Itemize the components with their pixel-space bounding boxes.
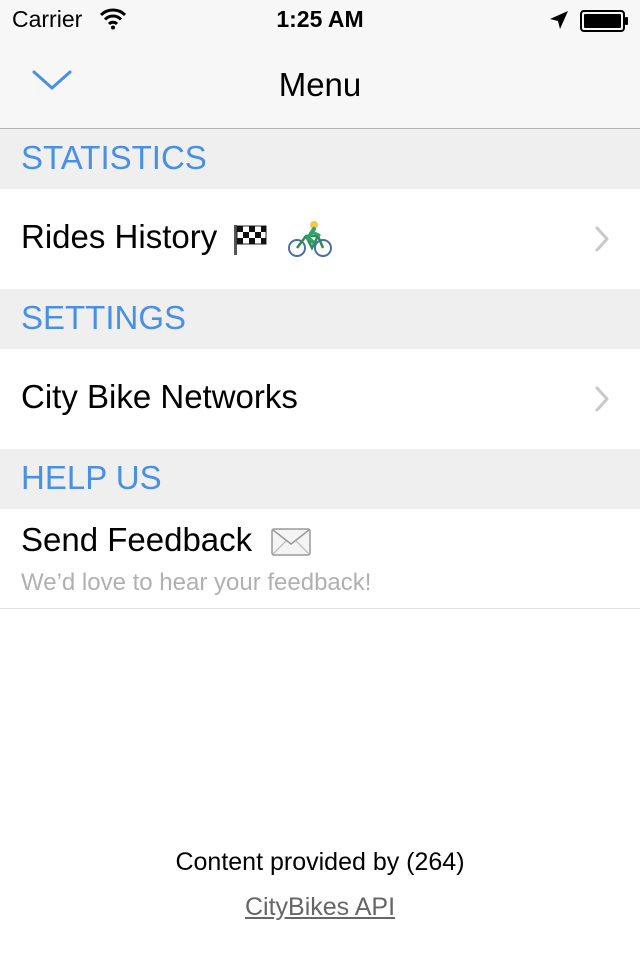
- status-bar: Carrier 1:25 AM: [0, 0, 640, 40]
- battery-icon: [580, 10, 628, 32]
- row-label: Send Feedback: [21, 521, 253, 558]
- citybikes-api-link[interactable]: CityBikes API: [245, 893, 395, 921]
- menu-row-rides-history[interactable]: Rides History: [0, 189, 640, 289]
- row-subtitle: We’d love to hear your feedback!: [21, 569, 372, 596]
- status-time: 1:25 AM: [276, 6, 364, 32]
- row-label: Rides History: [21, 218, 218, 255]
- location-arrow-icon: [550, 11, 568, 29]
- chevron-right-icon: [595, 226, 609, 252]
- section-header-label: HELP US: [21, 459, 162, 496]
- bicyclist-icon: [287, 221, 332, 258]
- section-header-help-us: HELP US: [0, 449, 640, 509]
- section-header-label: SETTINGS: [21, 299, 187, 336]
- section-header-statistics: STATISTICS: [0, 129, 640, 189]
- envelope-icon: [271, 528, 312, 557]
- nav-bar: Menu: [0, 40, 640, 129]
- chevron-right-icon: [595, 386, 609, 412]
- checkered-flag-icon: [234, 225, 267, 256]
- footer-attribution: Content provided by (264): [175, 848, 465, 876]
- row-label: City Bike Networks: [21, 378, 298, 415]
- menu-row-send-feedback[interactable]: Send Feedback We’d love to hear your fee…: [0, 509, 640, 609]
- section-header-label: STATISTICS: [21, 139, 207, 176]
- page-title: Menu: [278, 66, 362, 103]
- menu-row-city-bike-networks[interactable]: City Bike Networks: [0, 349, 640, 449]
- footer-link-container: CityBikes API: [0, 893, 640, 922]
- section-header-settings: SETTINGS: [0, 289, 640, 349]
- row-label-container: Rides History: [21, 218, 332, 258]
- row-label-container: Send Feedback: [21, 521, 312, 559]
